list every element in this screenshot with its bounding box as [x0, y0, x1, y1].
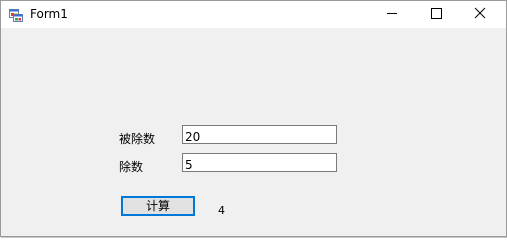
dividend-input[interactable]	[183, 129, 335, 145]
maximize-icon	[431, 8, 442, 19]
close-icon	[474, 7, 486, 19]
dividend-label: 被除数	[119, 132, 156, 146]
minimize-icon	[387, 13, 397, 14]
maximize-button[interactable]	[414, 1, 458, 27]
winforms-app-icon	[9, 7, 23, 22]
form1-window: Form1 被除数 除数 计算 4	[0, 0, 507, 237]
calculate-button[interactable]: 计算	[121, 196, 195, 216]
divisor-field-box	[182, 153, 337, 173]
result-label: 4	[218, 204, 225, 217]
title-bar[interactable]: Form1	[1, 1, 506, 28]
divisor-label: 除数	[119, 160, 144, 174]
close-button[interactable]	[458, 1, 502, 27]
divisor-input[interactable]	[183, 157, 335, 173]
window-title: Form1	[30, 7, 68, 21]
dividend-field-box	[182, 125, 337, 145]
minimize-button[interactable]	[370, 1, 414, 27]
